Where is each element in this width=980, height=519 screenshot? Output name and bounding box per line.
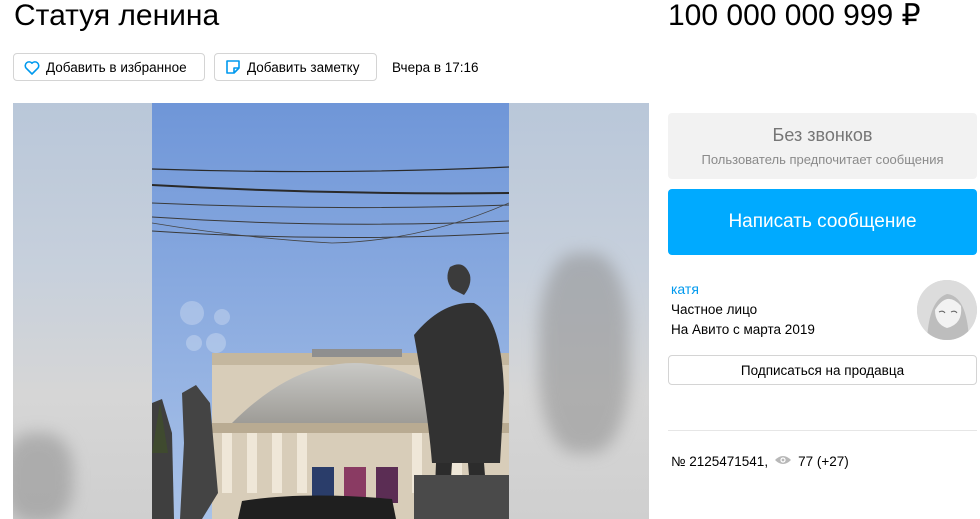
heart-icon [24,60,40,75]
divider [668,430,977,431]
eye-icon [774,454,792,469]
gallery-blur-left [13,103,153,519]
add-note-label: Добавить заметку [247,59,360,75]
no-calls-subtitle: Пользователь предпочитает сообщения [701,152,944,167]
no-calls-box: Без звонков Пользователь предпочитает со… [668,113,977,179]
listing-title: Статуя ленина [14,0,220,32]
listing-price: 100 000 000 999 ₽ [668,0,921,32]
seller-since: На Авито с марта 2019 [671,322,815,337]
note-icon [225,59,241,75]
listing-number: № 2125471541, [671,454,769,469]
add-to-favorites-button[interactable]: Добавить в избранное [13,53,205,81]
no-calls-title: Без звонков [772,125,873,145]
posted-date: Вчера в 17:16 [392,60,479,75]
photo-gallery[interactable] [13,103,649,519]
seller-name-link[interactable]: катя [671,281,699,297]
views-count: 77 (+27) [798,454,849,469]
add-note-button[interactable]: Добавить заметку [214,53,377,81]
seller-avatar[interactable] [917,280,977,340]
write-message-button[interactable]: Написать сообщение [668,189,977,255]
seller-type: Частное лицо [671,302,758,317]
listing-meta: № 2125471541, 77 (+27) [671,454,849,469]
subscribe-seller-button[interactable]: Подписаться на продавца [668,355,977,385]
add-to-favorites-label: Добавить в избранное [46,59,187,75]
gallery-blur-right [509,103,649,519]
listing-photo[interactable] [152,103,509,519]
